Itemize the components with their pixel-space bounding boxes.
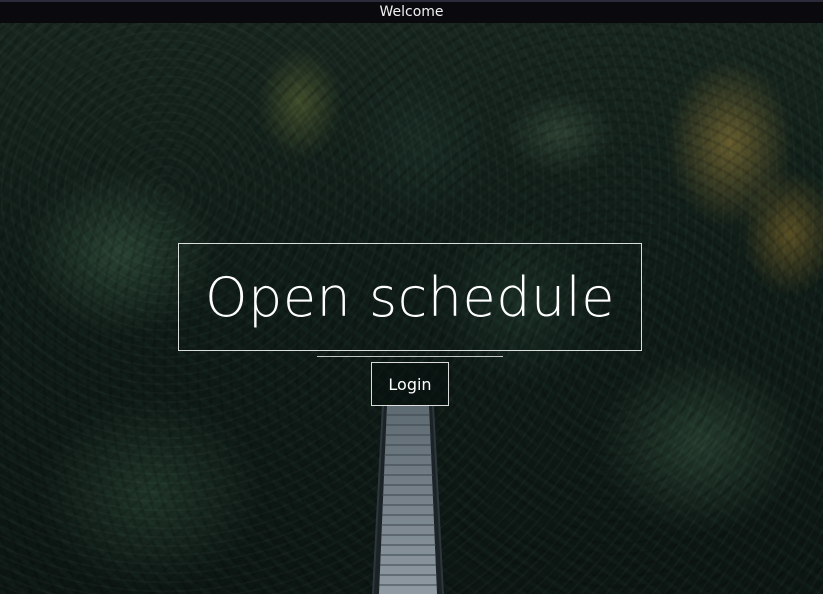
window-title-bar: Welcome	[0, 0, 823, 23]
headline-frame: Open schedule	[178, 243, 642, 351]
login-button-label: Login	[388, 374, 432, 394]
login-button[interactable]: Login	[371, 362, 449, 406]
hero-background-image: Open schedule Login	[0, 23, 823, 594]
suspension-bridge	[372, 405, 444, 594]
window-title: Welcome	[379, 4, 444, 20]
divider	[317, 356, 503, 357]
page-title: Open schedule	[205, 265, 615, 329]
